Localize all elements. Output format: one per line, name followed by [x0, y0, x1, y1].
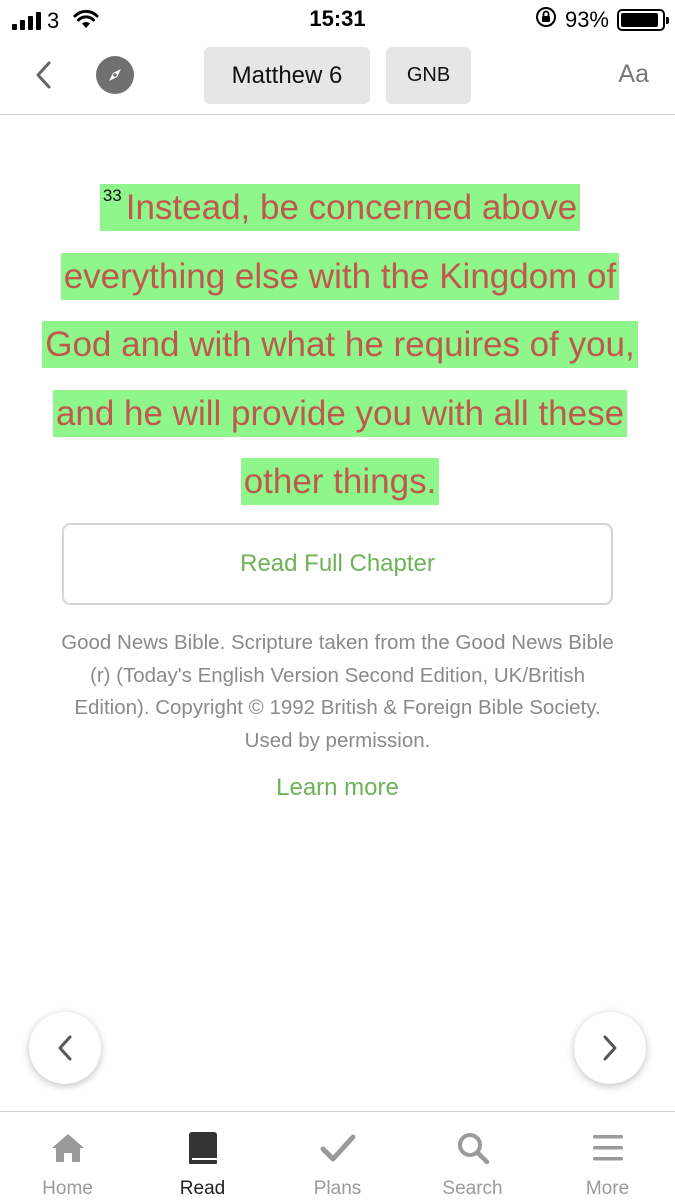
chevron-right-icon: [603, 1035, 617, 1061]
read-full-chapter-button[interactable]: Read Full Chapter: [62, 523, 613, 605]
chevron-left-icon: [36, 61, 51, 89]
tab-more[interactable]: More: [540, 1112, 675, 1200]
previous-chapter-button[interactable]: [29, 1012, 101, 1084]
chevron-left-icon: [58, 1035, 72, 1061]
back-button[interactable]: [26, 58, 60, 92]
tab-label-read: Read: [179, 1178, 226, 1199]
rotation-lock-icon: [535, 6, 557, 33]
battery-icon: [617, 8, 669, 31]
tab-label-more: More: [585, 1178, 630, 1199]
status-bar: 3 15:31 93%: [0, 0, 675, 38]
tab-label-search: Search: [442, 1178, 503, 1199]
battery-fill: [621, 12, 659, 27]
tab-label-plans: Plans: [313, 1178, 362, 1199]
verse-text[interactable]: 33 Instead, be concerned above everything…: [40, 162, 640, 517]
battery-percent: 93%: [564, 6, 609, 32]
book-chapter-selector[interactable]: Matthew 6: [204, 47, 370, 104]
compass-icon: [109, 69, 121, 81]
tab-label-home: Home: [42, 1178, 93, 1199]
compass-button[interactable]: [96, 56, 134, 94]
tab-bar: Home Read Plans Search More: [0, 1111, 675, 1200]
verse-number: 33: [102, 186, 122, 205]
tab-search[interactable]: Search: [405, 1112, 540, 1200]
learn-more-link[interactable]: Learn more: [0, 774, 675, 802]
verse-highlight: 33 Instead, be concerned above everything…: [42, 184, 638, 505]
copyright-notice: Good News Bible. Scripture taken from th…: [61, 631, 614, 752]
text-settings-button[interactable]: Aa: [618, 60, 649, 89]
tab-home[interactable]: Home: [0, 1112, 135, 1200]
menu-icon: [592, 1130, 624, 1166]
version-selector[interactable]: GNB: [386, 47, 471, 104]
tab-plans[interactable]: Plans: [270, 1112, 405, 1200]
verse-body: Instead, be concerned above everything e…: [45, 188, 635, 501]
checkmark-icon: [320, 1130, 356, 1166]
home-icon: [50, 1130, 86, 1166]
next-chapter-button[interactable]: [574, 1012, 646, 1084]
tab-read[interactable]: Read: [135, 1112, 270, 1200]
nav-bar: Matthew 6 GNB Aa: [0, 38, 675, 115]
search-icon: [456, 1130, 490, 1166]
status-right: 93%: [535, 6, 669, 33]
book-icon: [186, 1130, 220, 1166]
